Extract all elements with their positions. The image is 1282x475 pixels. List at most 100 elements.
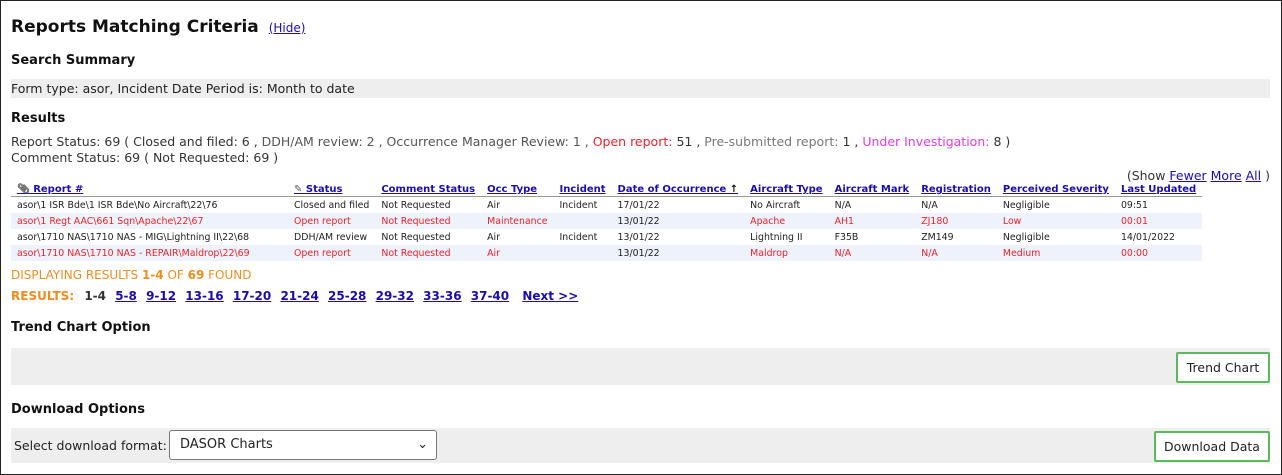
- download-format-select[interactable]: DASOR Charts ⌄: [169, 430, 437, 460]
- pager-link[interactable]: 9-12: [146, 289, 176, 303]
- show-columns-control: (Show Fewer More All ): [1127, 168, 1270, 183]
- cell-date: 13/01/22: [611, 245, 745, 261]
- cell-registration: N/A: [915, 245, 997, 261]
- col-aircraft-mark[interactable]: Aircraft Mark: [828, 182, 916, 197]
- show-more-link[interactable]: More: [1211, 168, 1242, 183]
- report-status-inv: Under Investigation:: [862, 134, 994, 149]
- displaying-results: DISPLAYING RESULTS 1-4 OF 69 FOUND: [11, 268, 252, 282]
- download-data-button[interactable]: Download Data: [1154, 431, 1270, 462]
- pager-link[interactable]: 17-20: [233, 289, 271, 303]
- cell-comment-status: Not Requested: [375, 245, 482, 261]
- results-heading: Results: [11, 111, 66, 126]
- col-perceived-severity[interactable]: Perceived Severity: [996, 182, 1115, 197]
- trend-chart-button[interactable]: Trend Chart: [1176, 352, 1270, 383]
- col-status[interactable]: ✎ Status: [288, 182, 376, 197]
- cell-date: 17/01/22: [617, 199, 660, 211]
- show-suffix: ): [1265, 168, 1270, 183]
- trend-chart-heading: Trend Chart Option: [11, 320, 151, 335]
- cell-registration: N/A: [921, 199, 938, 211]
- results-pager: RESULTS: 1-4 5-8 9-12 13-16 17-20 21-24 …: [11, 289, 578, 303]
- pager-next-link[interactable]: Next >>: [522, 289, 578, 303]
- pager-link[interactable]: 13-16: [185, 289, 223, 303]
- cell-aircraft-mark: F35B: [834, 231, 859, 243]
- report-status-open-count: 51 ,: [676, 134, 705, 149]
- report-status-pre: Pre-submitted report:: [704, 134, 843, 149]
- download-format-label: Select download format:: [14, 438, 167, 453]
- pager-link[interactable]: 25-28: [328, 289, 366, 303]
- cell-comment-status: Not Requested: [381, 231, 451, 243]
- results-table: 📎︎ Report # ✎ Status Comment Status Occ …: [11, 182, 1203, 261]
- cell-incident: Incident: [559, 231, 598, 243]
- attachment-icon: 📎︎: [17, 184, 30, 195]
- cell-last-updated: 00:01: [1114, 213, 1203, 229]
- cell-aircraft-type: Lightning II: [750, 231, 803, 243]
- cell-status: DDH/AM review: [294, 231, 368, 243]
- pager-link[interactable]: 29-32: [376, 289, 414, 303]
- show-fewer-link[interactable]: Fewer: [1169, 168, 1206, 183]
- cell-report[interactable]: asor\1 ISR Bde\1 ISR Bde\No Aircraft\22\…: [11, 197, 288, 214]
- report-status-line: Report Status: 69 ( Closed and filed: 6 …: [11, 134, 1010, 149]
- table-row[interactable]: asor\1 Regt AAC\661 Sqn\Apache\22\67 Ope…: [11, 213, 1203, 229]
- cell-aircraft-mark: N/A: [834, 199, 852, 211]
- col-last-updated[interactable]: Last Updated: [1114, 182, 1203, 197]
- col-incident[interactable]: Incident: [553, 182, 612, 197]
- cell-severity: Low: [996, 213, 1115, 229]
- col-report-number[interactable]: 📎︎ Report #: [11, 182, 288, 197]
- pager-current-page: 1-4: [84, 289, 106, 303]
- cell-registration: ZM149: [921, 231, 954, 243]
- cell-aircraft-type: Maldrop: [744, 245, 829, 261]
- cell-status: Open report: [288, 213, 376, 229]
- table-row[interactable]: asor\1710 NAS\1710 NAS - MIG\Lightning I…: [11, 229, 1202, 245]
- cell-report[interactable]: asor\1710 NAS\1710 NAS - MIG\Lightning I…: [11, 229, 288, 245]
- cell-registration: ZJ180: [915, 213, 997, 229]
- col-registration[interactable]: Registration: [915, 182, 997, 197]
- cell-severity: Medium: [996, 245, 1115, 261]
- cell-aircraft-mark: N/A: [828, 245, 916, 261]
- col-date-of-occurrence[interactable]: Date of Occurrence ↑: [611, 182, 745, 197]
- page-title: Reports Matching Criteria (Hide): [11, 17, 305, 37]
- cell-status: Open report: [288, 245, 376, 261]
- download-options-heading: Download Options: [11, 402, 145, 417]
- pager-link[interactable]: 5-8: [115, 289, 137, 303]
- cell-aircraft-type: No Aircraft: [750, 199, 801, 211]
- table-row[interactable]: asor\1710 NAS\1710 NAS - REPAIR\Maldrop\…: [11, 245, 1203, 261]
- download-format-value: DASOR Charts: [180, 437, 273, 452]
- cell-occ-type: Air: [487, 199, 500, 211]
- pager-link[interactable]: 37-40: [471, 289, 509, 303]
- cell-report[interactable]: asor\1710 NAS\1710 NAS - REPAIR\Maldrop\…: [11, 245, 288, 261]
- table-row[interactable]: asor\1 ISR Bde\1 ISR Bde\No Aircraft\22\…: [11, 197, 1202, 214]
- cell-severity: Negligible: [1002, 199, 1050, 211]
- cell-last-updated: 14/01/2022: [1120, 231, 1176, 243]
- comment-status-line: Comment Status: 69 ( Not Requested: 69 ): [11, 150, 279, 165]
- cell-incident: [553, 245, 612, 261]
- show-prefix: (Show: [1126, 168, 1166, 183]
- col-aircraft-type[interactable]: Aircraft Type: [744, 182, 829, 197]
- cell-comment-status: Not Requested: [375, 213, 482, 229]
- cell-report[interactable]: asor\1 Regt AAC\661 Sqn\Apache\22\67: [11, 213, 288, 229]
- cell-aircraft-mark: AH1: [828, 213, 916, 229]
- paperclip-icon: ✎: [294, 184, 303, 195]
- cell-occ-type: Air: [487, 231, 500, 243]
- chevron-down-icon: ⌄: [417, 437, 428, 452]
- cell-date: 13/01/22: [617, 231, 660, 243]
- report-status-ddh: DDH/AM review: 2 , Occurrence Manager Re…: [261, 134, 593, 149]
- search-summary-heading: Search Summary: [11, 53, 136, 68]
- trend-chart-bar: [11, 348, 1270, 385]
- cell-status: Closed and filed: [294, 199, 370, 211]
- col-occ-type[interactable]: Occ Type: [481, 182, 554, 197]
- col-comment-status[interactable]: Comment Status: [375, 182, 482, 197]
- show-all-link[interactable]: All: [1246, 168, 1262, 183]
- cell-incident: Incident: [559, 199, 598, 211]
- results-header-row: 📎︎ Report # ✎ Status Comment Status Occ …: [11, 182, 1203, 197]
- cell-occ-type: Air: [481, 245, 554, 261]
- report-status-pre-count: 1 ,: [842, 134, 863, 149]
- pager-link[interactable]: 21-24: [280, 289, 318, 303]
- pager-link[interactable]: 33-36: [423, 289, 461, 303]
- hide-link[interactable]: (Hide): [269, 21, 306, 35]
- report-status-open: Open report:: [592, 134, 677, 149]
- report-status-inv-count: 8 ): [993, 134, 1011, 149]
- cell-severity: Negligible: [1002, 231, 1050, 243]
- pager-label: RESULTS:: [11, 289, 75, 303]
- cell-last-updated: 00:00: [1114, 245, 1203, 261]
- cell-aircraft-type: Apache: [744, 213, 829, 229]
